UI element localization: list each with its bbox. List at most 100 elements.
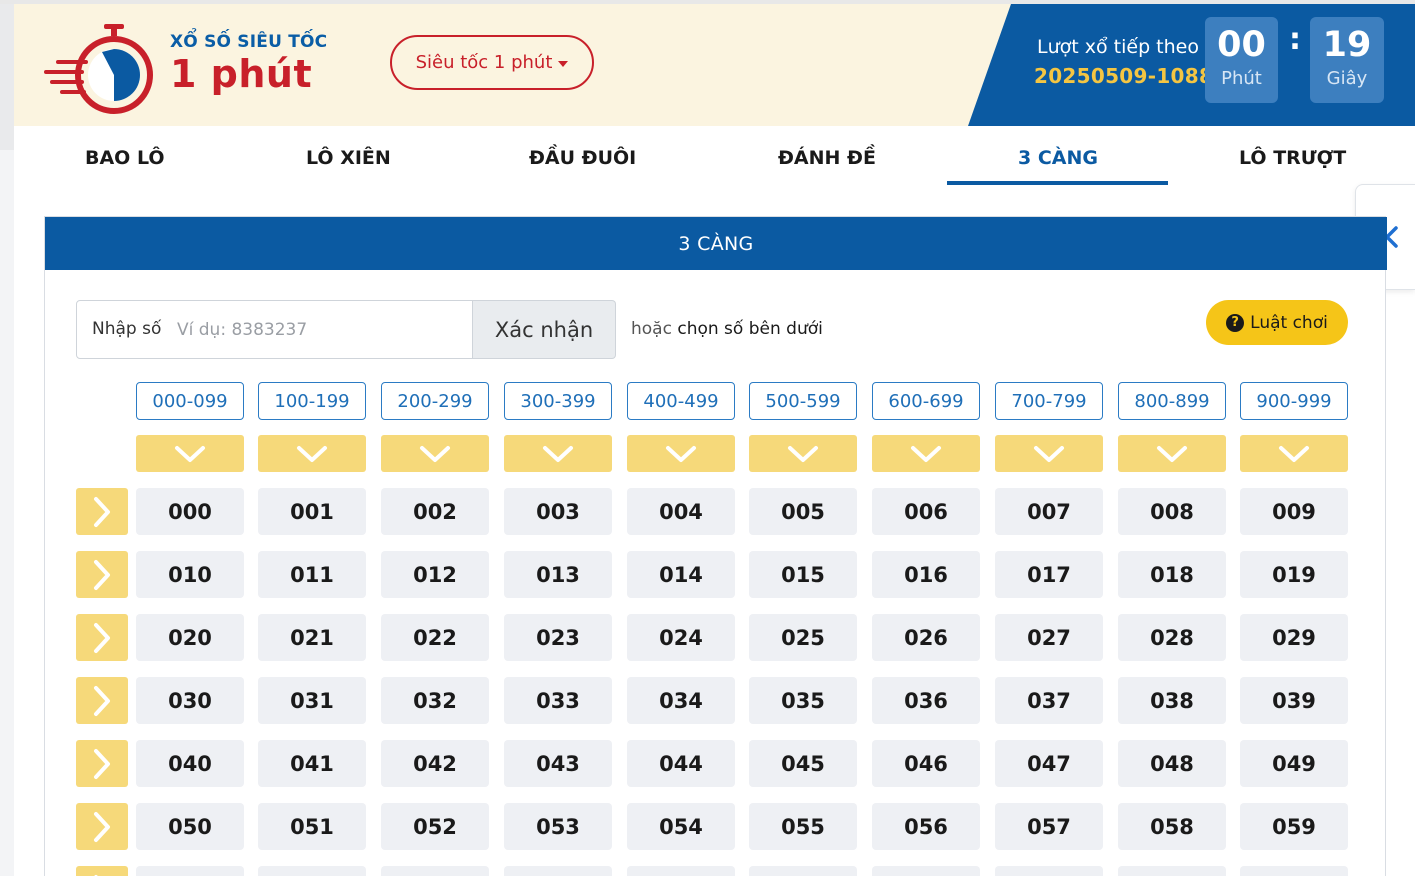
range-button-600-699[interactable]: 600-699 — [872, 382, 980, 420]
number-cell-049[interactable]: 049 — [1240, 740, 1348, 787]
number-cell-014[interactable]: 014 — [627, 551, 735, 598]
number-cell-025[interactable]: 025 — [749, 614, 857, 661]
row-select-button[interactable] — [76, 614, 128, 661]
range-button-300-399[interactable]: 300-399 — [504, 382, 612, 420]
number-cell-068[interactable]: 068 — [1118, 866, 1226, 876]
number-cell-046[interactable]: 046 — [872, 740, 980, 787]
number-cell-052[interactable]: 052 — [381, 803, 489, 850]
number-cell-051[interactable]: 051 — [258, 803, 366, 850]
range-button-700-799[interactable]: 700-799 — [995, 382, 1103, 420]
range-button-100-199[interactable]: 100-199 — [258, 382, 366, 420]
row-select-button[interactable] — [76, 488, 128, 535]
number-cell-019[interactable]: 019 — [1240, 551, 1348, 598]
rules-button[interactable]: ? Luật chơi — [1206, 300, 1348, 345]
column-select-button[interactable] — [258, 435, 366, 472]
number-cell-061[interactable]: 061 — [258, 866, 366, 876]
row-select-button[interactable] — [76, 677, 128, 724]
number-cell-009[interactable]: 009 — [1240, 488, 1348, 535]
confirm-button[interactable]: Xác nhận — [473, 300, 616, 359]
number-cell-003[interactable]: 003 — [504, 488, 612, 535]
mode-dropdown[interactable]: Siêu tốc 1 phút — [390, 35, 594, 90]
row-select-button[interactable] — [76, 740, 128, 787]
number-cell-040[interactable]: 040 — [136, 740, 244, 787]
number-cell-011[interactable]: 011 — [258, 551, 366, 598]
row-select-button[interactable] — [76, 551, 128, 598]
number-cell-015[interactable]: 015 — [749, 551, 857, 598]
number-cell-006[interactable]: 006 — [872, 488, 980, 535]
number-cell-053[interactable]: 053 — [504, 803, 612, 850]
number-cell-000[interactable]: 000 — [136, 488, 244, 535]
column-select-button[interactable] — [749, 435, 857, 472]
column-select-button[interactable] — [627, 435, 735, 472]
row-select-button[interactable] — [76, 866, 128, 876]
number-cell-045[interactable]: 045 — [749, 740, 857, 787]
tab-danh-de[interactable]: ĐÁNH ĐỀ — [778, 147, 876, 169]
number-cell-021[interactable]: 021 — [258, 614, 366, 661]
column-select-button[interactable] — [136, 435, 244, 472]
number-cell-067[interactable]: 067 — [995, 866, 1103, 876]
number-cell-027[interactable]: 027 — [995, 614, 1103, 661]
number-cell-029[interactable]: 029 — [1240, 614, 1348, 661]
number-input[interactable] — [177, 313, 467, 347]
number-cell-069[interactable]: 069 — [1240, 866, 1348, 876]
number-cell-001[interactable]: 001 — [258, 488, 366, 535]
number-cell-063[interactable]: 063 — [504, 866, 612, 876]
number-cell-008[interactable]: 008 — [1118, 488, 1226, 535]
number-cell-044[interactable]: 044 — [627, 740, 735, 787]
number-cell-065[interactable]: 065 — [749, 866, 857, 876]
column-select-button[interactable] — [504, 435, 612, 472]
tab-lo-truot[interactable]: LÔ TRƯỢT — [1239, 147, 1346, 169]
number-cell-038[interactable]: 038 — [1118, 677, 1226, 724]
number-cell-002[interactable]: 002 — [381, 488, 489, 535]
range-button-900-999[interactable]: 900-999 — [1240, 382, 1348, 420]
number-cell-018[interactable]: 018 — [1118, 551, 1226, 598]
row-select-button[interactable] — [76, 803, 128, 850]
number-cell-007[interactable]: 007 — [995, 488, 1103, 535]
range-button-000-099[interactable]: 000-099 — [136, 382, 244, 420]
number-cell-064[interactable]: 064 — [627, 866, 735, 876]
number-cell-020[interactable]: 020 — [136, 614, 244, 661]
number-cell-033[interactable]: 033 — [504, 677, 612, 724]
column-select-button[interactable] — [995, 435, 1103, 472]
number-cell-039[interactable]: 039 — [1240, 677, 1348, 724]
number-cell-060[interactable]: 060 — [136, 866, 244, 876]
number-cell-047[interactable]: 047 — [995, 740, 1103, 787]
number-cell-048[interactable]: 048 — [1118, 740, 1226, 787]
range-button-400-499[interactable]: 400-499 — [627, 382, 735, 420]
number-cell-032[interactable]: 032 — [381, 677, 489, 724]
stopwatch-speed-icon[interactable] — [42, 22, 154, 114]
tab-lo-xien[interactable]: LÔ XIÊN — [306, 147, 391, 169]
number-cell-026[interactable]: 026 — [872, 614, 980, 661]
number-cell-034[interactable]: 034 — [627, 677, 735, 724]
range-button-500-599[interactable]: 500-599 — [749, 382, 857, 420]
number-cell-031[interactable]: 031 — [258, 677, 366, 724]
number-cell-016[interactable]: 016 — [872, 551, 980, 598]
column-select-button[interactable] — [1118, 435, 1226, 472]
column-select-button[interactable] — [872, 435, 980, 472]
number-cell-013[interactable]: 013 — [504, 551, 612, 598]
number-cell-041[interactable]: 041 — [258, 740, 366, 787]
number-cell-037[interactable]: 037 — [995, 677, 1103, 724]
tab-3-cang[interactable]: 3 CÀNG — [1018, 147, 1098, 169]
range-button-200-299[interactable]: 200-299 — [381, 382, 489, 420]
number-cell-043[interactable]: 043 — [504, 740, 612, 787]
number-cell-036[interactable]: 036 — [872, 677, 980, 724]
number-cell-058[interactable]: 058 — [1118, 803, 1226, 850]
number-cell-012[interactable]: 012 — [381, 551, 489, 598]
number-cell-022[interactable]: 022 — [381, 614, 489, 661]
number-cell-028[interactable]: 028 — [1118, 614, 1226, 661]
number-cell-056[interactable]: 056 — [872, 803, 980, 850]
column-select-button[interactable] — [1240, 435, 1348, 472]
number-cell-010[interactable]: 010 — [136, 551, 244, 598]
number-cell-004[interactable]: 004 — [627, 488, 735, 535]
tab-bao-lo[interactable]: BAO LÔ — [85, 147, 165, 169]
number-cell-055[interactable]: 055 — [749, 803, 857, 850]
number-cell-062[interactable]: 062 — [381, 866, 489, 876]
number-cell-035[interactable]: 035 — [749, 677, 857, 724]
number-cell-057[interactable]: 057 — [995, 803, 1103, 850]
number-cell-005[interactable]: 005 — [749, 488, 857, 535]
number-cell-042[interactable]: 042 — [381, 740, 489, 787]
number-cell-066[interactable]: 066 — [872, 866, 980, 876]
number-cell-030[interactable]: 030 — [136, 677, 244, 724]
tab-dau-duoi[interactable]: ĐẦU ĐUÔI — [529, 147, 636, 169]
